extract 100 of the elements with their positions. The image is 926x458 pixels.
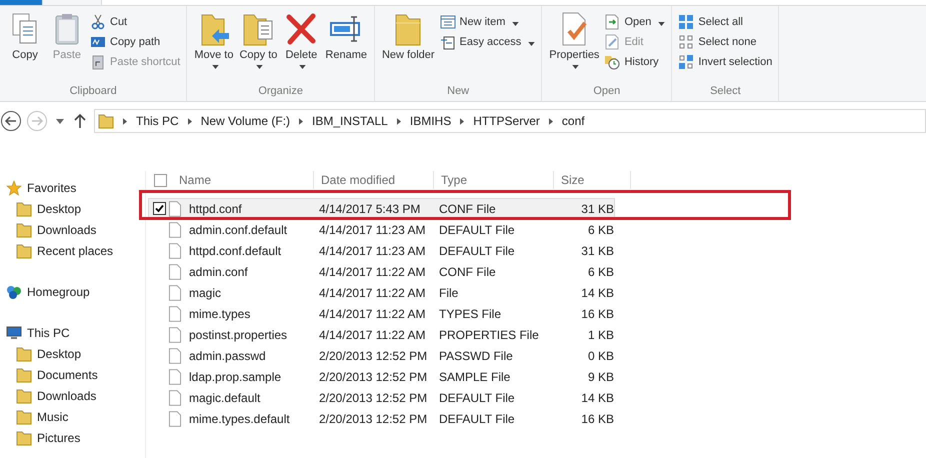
ribbon-button[interactable]: Move to — [191, 9, 236, 71]
file-row[interactable]: admin.conf 4/14/2017 11:22 AM CONF File 6 KB — [148, 261, 615, 282]
folder-icon — [16, 430, 32, 446]
table-cell-text: 16 KB — [580, 412, 614, 426]
sidebar-item[interactable]: Downloads — [0, 219, 145, 240]
path-icon — [90, 34, 106, 50]
group-label: New — [447, 85, 470, 99]
sidebar-item[interactable]: Music — [0, 406, 145, 427]
table-cell-text: SAMPLE File — [439, 370, 512, 384]
table-cell-text: 4/14/2017 11:22 AM — [319, 286, 427, 300]
caret-icon — [512, 22, 520, 26]
file-name: admin.conf — [189, 264, 249, 278]
chevron-icon[interactable] — [460, 118, 464, 124]
ribbon-button[interactable]: Rename — [322, 9, 370, 64]
sidebar-item[interactable]: Desktop — [0, 198, 145, 219]
sidebar-item[interactable]: Downloads — [0, 385, 145, 406]
chevron-icon[interactable] — [396, 118, 401, 124]
ribbon-button[interactable]: Invert selection — [676, 53, 774, 71]
sidebar-item[interactable]: Homegroup — [0, 281, 145, 302]
table-cell-text: 16 KB — [580, 306, 614, 320]
column-header[interactable]: Type — [434, 171, 554, 189]
folder-icon — [16, 408, 32, 424]
file-row[interactable]: mime.types 4/14/2017 11:22 AM TYPES File 16 KB — [148, 303, 615, 324]
breadcrumb[interactable]: IBMIHS — [410, 114, 452, 128]
table-cell-text: CONF File — [439, 264, 497, 278]
table-cell-text: 6 KB — [586, 264, 614, 278]
ribbon-button[interactable]: Copy path — [88, 33, 182, 51]
table-cell-text: 4/14/2017 11:22 AM — [319, 264, 427, 278]
table-cell-text: CONF File — [439, 202, 497, 216]
file-row[interactable]: magic 4/14/2017 11:22 AM File 14 KB — [148, 282, 615, 303]
ribbon-button[interactable]: Delete — [280, 9, 322, 71]
file-name: mime.types.default — [189, 412, 291, 426]
ribbon-button[interactable]: Cut — [88, 13, 182, 31]
ribbon-button[interactable]: Copy to — [236, 9, 280, 71]
checkbox[interactable] — [152, 202, 166, 215]
table-cell-text: DEFAULT File — [439, 390, 516, 404]
sidebar-item[interactable]: Documents — [0, 364, 145, 385]
ribbon-button[interactable]: New folder — [378, 9, 438, 64]
up-arrow-icon[interactable] — [74, 113, 86, 129]
address-bar[interactable]: This PC New Volume (F:) IBM_INSTALL IBMIHS HTTPServer conf — [94, 109, 926, 133]
file-row[interactable]: httpd.conf 4/14/2017 5:43 PM CONF File 31 KB — [148, 198, 615, 219]
invert-icon — [678, 54, 694, 70]
ribbon-button[interactable]: History — [602, 53, 668, 71]
sidebar-item[interactable]: Pictures — [0, 427, 145, 448]
chevron-icon[interactable] — [299, 118, 304, 124]
file-name: httpd.conf.default — [189, 244, 282, 258]
caret-icon — [256, 65, 264, 69]
select-all-checkbox[interactable] — [154, 174, 167, 186]
document-icon — [169, 348, 181, 364]
table-cell-text: 4/14/2017 11:22 AM — [319, 306, 427, 320]
file-row[interactable]: ldap.prop.sample 2/20/2013 12:52 PM SAMPLE File 9 KB — [148, 366, 615, 387]
computer-icon — [6, 324, 22, 340]
breadcrumb[interactable]: This PC — [136, 114, 179, 128]
column-header[interactable]: Size — [554, 171, 631, 189]
ribbon-button[interactable]: New item — [438, 13, 538, 31]
caret-icon[interactable] — [56, 118, 64, 124]
table-cell-text: 14 KB — [580, 390, 614, 404]
table-cell-text: 9 KB — [586, 370, 614, 384]
file-row[interactable]: postinst.properties 4/14/2017 11:22 AM PROPERTIES File 1 KB — [148, 324, 615, 345]
ribbon-button[interactable]: Open — [602, 13, 668, 31]
column-header[interactable]: Name — [176, 171, 314, 189]
sidebar-item[interactable]: Recent places — [0, 240, 145, 261]
breadcrumb[interactable]: conf — [562, 114, 585, 128]
file-row[interactable]: mime.types.default 2/20/2013 12:52 PM DEFAULT File 16 KB — [148, 408, 615, 429]
caret-icon — [572, 65, 580, 69]
caret-icon — [528, 42, 536, 46]
back-icon[interactable] — [0, 110, 22, 132]
sidebar-item[interactable]: Desktop — [0, 343, 145, 364]
group-label: Clipboard — [70, 85, 117, 99]
file-row[interactable]: admin.passwd 2/20/2013 12:52 PM PASSWD File 0 KB — [148, 345, 615, 366]
breadcrumb[interactable]: HTTPServer — [473, 114, 540, 128]
chevron-icon[interactable] — [123, 118, 127, 124]
chevron-icon[interactable] — [188, 118, 192, 124]
sidebar-item[interactable]: This PC — [0, 322, 145, 343]
file-row[interactable]: admin.conf.default 4/14/2017 11:23 AM DEFAULT File 6 KB — [148, 219, 615, 240]
document-icon — [169, 222, 181, 238]
ribbon-button[interactable]: Easy access — [438, 33, 538, 51]
table-cell-text: 31 KB — [580, 202, 614, 216]
table-cell-text: TYPES File — [439, 306, 502, 320]
file-row[interactable]: httpd.conf.default 4/14/2017 11:23 AM DEFAULT File 31 KB — [148, 240, 615, 261]
ribbon-button[interactable]: Select none — [676, 33, 774, 51]
scissors-icon — [90, 14, 106, 30]
breadcrumb[interactable]: New Volume (F:) — [200, 114, 290, 128]
folder-icon — [16, 222, 32, 238]
chevron-icon[interactable] — [548, 118, 553, 124]
star-icon — [6, 180, 22, 196]
table-cell-text: PROPERTIES File — [439, 328, 540, 342]
file-row[interactable]: magic.default 2/20/2013 12:52 PM DEFAULT File 14 KB — [148, 387, 615, 408]
sidebar-item[interactable]: Favorites — [0, 177, 145, 198]
ribbon-button[interactable]: Properties — [546, 9, 602, 71]
document-icon — [169, 368, 181, 384]
ribbon-button[interactable]: Select all — [676, 13, 774, 31]
table-cell-text: 2/20/2013 12:52 PM — [319, 370, 428, 384]
ribbon-button[interactable]: Copy — [4, 9, 46, 64]
table-cell-text: 2/20/2013 12:52 PM — [319, 390, 428, 404]
table-cell-text: DEFAULT File — [439, 244, 516, 258]
column-header[interactable]: Date modified — [314, 171, 434, 189]
breadcrumb[interactable]: IBM_INSTALL — [312, 114, 388, 128]
caret-icon — [299, 65, 306, 69]
folder-icon — [16, 346, 32, 362]
